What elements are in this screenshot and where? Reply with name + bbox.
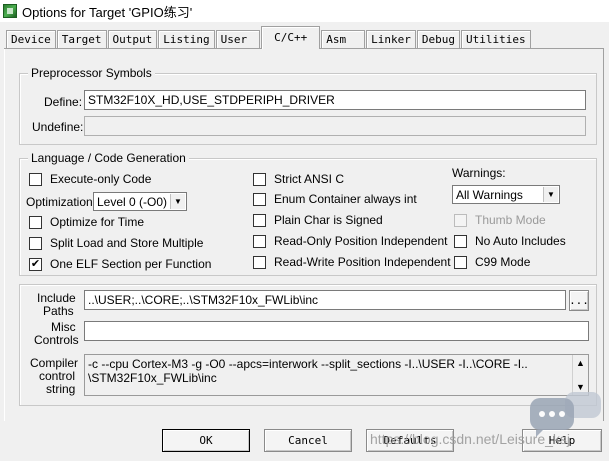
optimize-time-label: Optimize for Time (50, 215, 145, 229)
include-label-line2: Paths (43, 304, 74, 318)
strict-ansi-checkbox[interactable]: Strict ANSI C (253, 172, 344, 186)
undefine-input[interactable] (84, 116, 586, 136)
plain-char-box[interactable] (253, 213, 266, 227)
misc-label-line2: Controls (34, 333, 79, 347)
split-load-checkbox[interactable]: Split Load and Store Multiple (29, 236, 203, 250)
optimization-label: Optimization: (26, 195, 97, 209)
execute-only-label: Execute-only Code (50, 172, 152, 186)
tab-device[interactable]: Device (6, 30, 56, 49)
no-auto-includes-box[interactable] (454, 234, 467, 248)
execute-only-box[interactable] (29, 172, 42, 186)
optimize-time-checkbox[interactable]: Optimize for Time (29, 215, 144, 229)
misc-controls-input[interactable] (84, 321, 589, 341)
warnings-label: Warnings: (452, 166, 506, 180)
tab-debug[interactable]: Debug (416, 30, 460, 49)
optimize-time-box[interactable] (29, 215, 42, 229)
thumb-mode-checkbox[interactable]: Thumb Mode (454, 213, 546, 227)
compiler-control-string[interactable]: -c --cpu Cortex-M3 -g -O0 --apcs=interwo… (84, 354, 589, 396)
tab-output[interactable]: Output (107, 30, 158, 49)
tab-asm[interactable]: Asm (321, 30, 366, 49)
misc-label-line1: Misc (51, 320, 76, 334)
one-elf-box[interactable]: ✔ (29, 257, 42, 271)
include-label-line1: Include (37, 291, 76, 305)
warnings-select[interactable]: All Warnings ▼ (452, 185, 560, 204)
enum-container-checkbox[interactable]: Enum Container always int (253, 192, 417, 206)
cancel-button[interactable]: Cancel (264, 429, 352, 452)
tab-bar: Device Target Output Listing User C/C++ … (6, 26, 532, 49)
c99-mode-checkbox[interactable]: C99 Mode (454, 255, 530, 269)
warnings-value: All Warnings (456, 187, 523, 202)
define-label: Define: (44, 95, 83, 109)
plain-char-label: Plain Char is Signed (274, 213, 383, 227)
tab-linker[interactable]: Linker (366, 30, 416, 49)
strict-ansi-label: Strict ANSI C (274, 172, 345, 186)
thumb-mode-label: Thumb Mode (475, 213, 546, 227)
enum-container-box[interactable] (253, 192, 266, 206)
keil-app-icon (3, 4, 17, 18)
compiler-label-line1: Compiler (30, 356, 79, 370)
compiler-label-line2: control (39, 369, 76, 383)
tab-target[interactable]: Target (56, 30, 107, 49)
ro-position-label: Read-Only Position Independent (274, 234, 448, 248)
no-auto-includes-label: No Auto Includes (475, 234, 566, 248)
compiler-line-2: \STM32F10x_FWLib\inc (88, 371, 217, 385)
ok-button[interactable]: OK (162, 429, 250, 452)
enum-container-label: Enum Container always int (274, 192, 417, 206)
tab-utilities[interactable]: Utilities (460, 30, 531, 49)
strict-ansi-box[interactable] (253, 172, 266, 186)
one-elf-label: One ELF Section per Function (50, 257, 212, 271)
optimization-value: Level 0 (-O0) (97, 194, 168, 209)
plain-char-checkbox[interactable]: Plain Char is Signed (253, 213, 383, 227)
c99-mode-label: C99 Mode (475, 255, 531, 269)
undefine-label: Undefine: (32, 120, 84, 134)
execute-only-checkbox[interactable]: Execute-only Code (29, 172, 151, 186)
title-bar: Options for Target 'GPIO练习' (0, 0, 609, 22)
thumb-mode-box[interactable] (454, 213, 467, 227)
tab-listing[interactable]: Listing (158, 30, 215, 49)
one-elf-checkbox[interactable]: ✔ One ELF Section per Function (29, 257, 211, 271)
rw-position-label: Read-Write Position Independent (274, 255, 451, 269)
ro-position-checkbox[interactable]: Read-Only Position Independent (253, 234, 447, 248)
preprocessor-group-title: Preprocessor Symbols (28, 66, 155, 80)
compiler-line-1: -c --cpu Cortex-M3 -g -O0 --apcs=interwo… (88, 357, 528, 371)
tab-c-cpp[interactable]: C/C++ (261, 26, 321, 49)
browse-include-button[interactable]: ... (569, 290, 589, 311)
tab-user[interactable]: User (215, 30, 261, 49)
window-title: Options for Target 'GPIO练习' (22, 4, 193, 20)
split-load-box[interactable] (29, 236, 42, 250)
compiler-label-line3: string (46, 382, 76, 396)
checkmark-icon: ✔ (30, 257, 41, 270)
csdn-watermark: https://blog.csdn.net/Leisure_ksj (370, 431, 571, 447)
language-group-title: Language / Code Generation (28, 151, 189, 165)
rw-position-checkbox[interactable]: Read-Write Position Independent (253, 255, 451, 269)
chevron-down-icon[interactable]: ▼ (170, 194, 185, 209)
chat-bubble-icon (530, 398, 574, 437)
include-paths-input[interactable]: ..\USER;..\CORE;..\STM32F10x_FWLib\inc (84, 290, 566, 310)
no-auto-includes-checkbox[interactable]: No Auto Includes (454, 234, 566, 248)
compiler-scrollbar[interactable]: ▲ ▼ (572, 355, 588, 395)
optimization-select[interactable]: Level 0 (-O0) ▼ (93, 192, 187, 211)
rw-position-box[interactable] (253, 255, 266, 269)
c99-mode-box[interactable] (454, 255, 467, 269)
define-input[interactable]: STM32F10X_HD,USE_STDPERIPH_DRIVER (84, 90, 586, 110)
ro-position-box[interactable] (253, 234, 266, 248)
chevron-down-icon[interactable]: ▼ (543, 187, 558, 202)
chevron-up-icon[interactable]: ▲ (573, 355, 588, 371)
split-load-label: Split Load and Store Multiple (50, 236, 204, 250)
